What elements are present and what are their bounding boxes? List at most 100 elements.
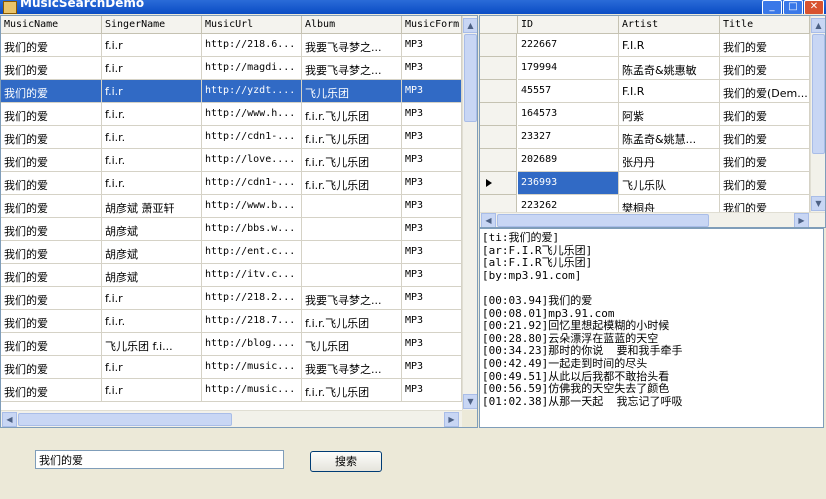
table-row[interactable]: 164573 阿紫 我们的爱 xyxy=(480,103,810,126)
table-row[interactable]: 我们的爱 f.i.r. http://218.7... f.i.r.飞儿乐团 MP3 xyxy=(1,310,462,333)
column-header[interactable]: SingerName xyxy=(102,16,202,34)
table-cell[interactable]: 202689 xyxy=(518,149,619,172)
table-cell[interactable]: MP3 xyxy=(402,149,462,172)
table-cell[interactable]: 张丹丹 xyxy=(619,149,720,172)
scroll-up-icon[interactable]: ▲ xyxy=(811,18,825,33)
column-header[interactable]: MusicForm xyxy=(402,16,462,34)
table-cell[interactable]: 我们的爱 xyxy=(720,34,810,57)
table-cell[interactable]: http://218.6... xyxy=(202,34,302,57)
lyric-search-grid[interactable]: ID Artist Title 222667 F.I.R 我们的爱 179994 陈孟奇&姚惠… xyxy=(479,15,826,228)
scroll-right-icon[interactable]: ▶ xyxy=(794,213,809,227)
table-cell[interactable]: 我们的爱(Dem... xyxy=(720,80,810,103)
table-row[interactable]: 236993 飞儿乐队 我们的爱 xyxy=(480,172,810,195)
table-cell[interactable]: http://magdi... xyxy=(202,57,302,80)
table-row[interactable]: 23327 陈孟奇&姚慧... 我们的爱 xyxy=(480,126,810,149)
table-cell[interactable]: 我要飞寻梦之... xyxy=(302,287,402,310)
table-cell[interactable]: 我们的爱 xyxy=(1,287,102,310)
horizontal-scrollbar[interactable]: ◀ ▶ xyxy=(1,410,477,427)
table-cell[interactable]: http://love.... xyxy=(202,149,302,172)
table-row[interactable]: 179994 陈孟奇&姚惠敏 我们的爱 xyxy=(480,57,810,80)
table-cell[interactable]: f.i.r xyxy=(102,34,202,57)
table-cell[interactable]: F.I.R xyxy=(619,34,720,57)
table-cell[interactable]: http://ent.c... xyxy=(202,241,302,264)
table-cell[interactable]: 我们的爱 xyxy=(1,356,102,379)
table-cell[interactable]: f.i.r.飞儿乐团 xyxy=(302,149,402,172)
table-cell[interactable]: f.i.r xyxy=(102,287,202,310)
table-row[interactable]: 我们的爱 f.i.r. http://www.h... f.i.r.飞儿乐团 MP3 xyxy=(1,103,462,126)
table-cell[interactable]: 我们的爱 xyxy=(1,80,102,103)
table-row[interactable]: 我们的爱 飞儿乐团 f.i... http://blog.... 飞儿乐团 MP3 xyxy=(1,333,462,356)
table-row[interactable]: 我们的爱 f.i.r http://music... f.i.r.飞儿乐团 MP3 xyxy=(1,379,462,402)
table-cell[interactable]: MP3 xyxy=(402,379,462,402)
table-cell[interactable]: 我们的爱 xyxy=(1,149,102,172)
table-cell[interactable]: 我要飞寻梦之... xyxy=(302,34,402,57)
column-header[interactable]: Artist xyxy=(619,16,720,34)
table-cell[interactable]: 我们的爱 xyxy=(720,172,810,195)
table-cell[interactable]: MP3 xyxy=(402,310,462,333)
table-cell[interactable]: http://yzdt.... xyxy=(202,80,302,103)
table-cell[interactable]: http://cdn1-... xyxy=(202,172,302,195)
table-cell[interactable]: 我们的爱 xyxy=(1,218,102,241)
table-row[interactable]: 我们的爱 胡彦斌 萧亚轩 http://www.b... MP3 xyxy=(1,195,462,218)
table-cell[interactable]: F.I.R xyxy=(619,80,720,103)
table-cell[interactable]: http://itv.c... xyxy=(202,264,302,287)
column-header[interactable]: Title xyxy=(720,16,810,34)
minimize-button[interactable]: _ xyxy=(762,0,782,14)
table-cell[interactable]: MP3 xyxy=(402,241,462,264)
table-cell[interactable]: MP3 xyxy=(402,80,462,103)
table-cell[interactable]: f.i.r. xyxy=(102,149,202,172)
table-cell[interactable]: http://blog.... xyxy=(202,333,302,356)
table-cell[interactable]: 飞儿乐团 xyxy=(302,333,402,356)
scroll-thumb[interactable] xyxy=(497,214,709,227)
table-cell[interactable] xyxy=(302,195,402,218)
lyrics-textbox[interactable]: [ti:我们的爱] [ar:F.I.R飞儿乐团] [al:F.I.R飞儿乐团] … xyxy=(479,228,824,428)
scroll-left-icon[interactable]: ◀ xyxy=(2,412,17,427)
table-cell[interactable]: 我们的爱 xyxy=(1,379,102,402)
table-cell[interactable]: MP3 xyxy=(402,333,462,356)
table-cell[interactable]: 飞儿乐队 xyxy=(619,172,720,195)
table-cell[interactable]: 我们的爱 xyxy=(1,264,102,287)
table-cell[interactable]: 阿紫 xyxy=(619,103,720,126)
table-cell[interactable]: 164573 xyxy=(518,103,619,126)
close-button[interactable]: ✕ xyxy=(804,0,824,14)
scroll-right-icon[interactable]: ▶ xyxy=(444,412,459,427)
table-cell[interactable]: 胡彦斌 萧亚轩 xyxy=(102,195,202,218)
table-cell[interactable]: f.i.r xyxy=(102,356,202,379)
scroll-up-icon[interactable]: ▲ xyxy=(463,18,477,33)
search-input[interactable] xyxy=(35,450,284,469)
table-cell[interactable]: 222667 xyxy=(518,34,619,57)
vertical-scrollbar[interactable]: ▲ ▼ xyxy=(810,16,825,212)
table-cell[interactable]: MP3 xyxy=(402,356,462,379)
scroll-thumb[interactable] xyxy=(18,413,232,426)
table-cell[interactable]: 我们的爱 xyxy=(720,103,810,126)
table-cell[interactable]: 我们的爱 xyxy=(1,333,102,356)
table-row[interactable]: 我们的爱 胡彦斌 http://itv.c... MP3 xyxy=(1,264,462,287)
table-cell[interactable]: http://www.b... xyxy=(202,195,302,218)
table-cell[interactable]: f.i.r. xyxy=(102,126,202,149)
table-cell[interactable]: 我们的爱 xyxy=(1,310,102,333)
scroll-left-icon[interactable]: ◀ xyxy=(481,213,496,227)
table-cell[interactable]: f.i.r. xyxy=(102,103,202,126)
table-cell[interactable]: 我们的爱 xyxy=(1,103,102,126)
table-cell[interactable]: 我们的爱 xyxy=(1,172,102,195)
table-cell[interactable]: MP3 xyxy=(402,264,462,287)
table-cell[interactable] xyxy=(302,241,402,264)
table-row[interactable]: 我们的爱 f.i.r http://218.2... 我要飞寻梦之... MP3 xyxy=(1,287,462,310)
table-cell[interactable]: MP3 xyxy=(402,287,462,310)
table-cell[interactable]: 我要飞寻梦之... xyxy=(302,57,402,80)
table-row[interactable]: 我们的爱 f.i.r http://yzdt.... 飞儿乐团 MP3 xyxy=(1,80,462,103)
scroll-thumb[interactable] xyxy=(464,34,477,122)
table-row[interactable]: 我们的爱 f.i.r. http://cdn1-... f.i.r.飞儿乐团 MP3 xyxy=(1,172,462,195)
table-cell[interactable]: 我们的爱 xyxy=(720,57,810,80)
table-cell[interactable]: http://www.h... xyxy=(202,103,302,126)
search-button[interactable]: 搜索 xyxy=(310,451,382,472)
table-cell[interactable]: http://music... xyxy=(202,379,302,402)
table-cell[interactable]: 我们的爱 xyxy=(1,34,102,57)
table-row[interactable]: 我们的爱 f.i.r http://218.6... 我要飞寻梦之... MP3 xyxy=(1,34,462,57)
table-cell[interactable]: 胡彦斌 xyxy=(102,264,202,287)
table-cell[interactable]: 我们的爱 xyxy=(1,126,102,149)
table-row[interactable]: 202689 张丹丹 我们的爱 xyxy=(480,149,810,172)
column-header[interactable]: Album xyxy=(302,16,402,34)
table-cell[interactable]: http://bbs.w... xyxy=(202,218,302,241)
table-cell[interactable]: 我们的爱 xyxy=(1,195,102,218)
